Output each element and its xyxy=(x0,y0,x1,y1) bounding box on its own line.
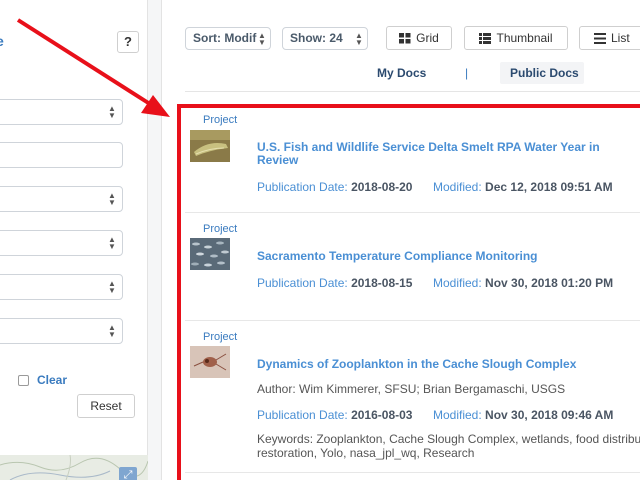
tabs-divider xyxy=(185,91,640,92)
reset-button[interactable]: Reset xyxy=(77,394,135,418)
grid-view-label: Grid xyxy=(416,31,439,45)
help-button[interactable]: ? xyxy=(117,31,139,53)
select-arrows-icon: ▲ ▼ xyxy=(108,279,116,295)
select-arrows-icon: ▲ ▼ xyxy=(108,104,116,120)
filter-text-input[interactable] xyxy=(0,142,123,168)
filter-select-2[interactable]: ▲ ▼ xyxy=(0,186,123,212)
expand-icon[interactable]: ⤢ xyxy=(119,467,137,480)
clear-checkbox[interactable] xyxy=(18,374,29,386)
filter-select-4[interactable]: ▲ ▼ xyxy=(0,274,123,300)
tab-public-docs[interactable]: Public Docs xyxy=(510,66,579,80)
list-view-button[interactable]: List xyxy=(579,26,640,50)
filter-panel: e ? ▲▼ ▲▼ ▲▼ ▲▼ ▲▼ Clear Reset ⤢ xyxy=(0,0,148,480)
list-icon xyxy=(594,32,606,44)
filter-select-1[interactable]: ▲ ▼ xyxy=(0,99,123,125)
panel-divider xyxy=(148,0,162,480)
highlight-box xyxy=(177,104,640,480)
list-view-label: List xyxy=(611,31,630,45)
select-arrows-icon: ▲ ▼ xyxy=(108,235,116,251)
sort-select-value: Sort: Modif xyxy=(193,31,257,45)
thumbnail-list-icon xyxy=(479,32,492,44)
select-arrows-icon: ▲ ▼ xyxy=(108,323,116,339)
select-arrows-icon: ▲ ▼ xyxy=(258,31,266,47)
sort-select[interactable]: Sort: Modif ▲ ▼ xyxy=(185,27,271,50)
clear-link[interactable]: Clear xyxy=(37,373,67,387)
tab-separator: | xyxy=(465,66,469,80)
thumbnail-view-button[interactable]: Thumbnail xyxy=(464,26,568,50)
select-arrows-icon: ▲ ▼ xyxy=(108,191,116,207)
show-select[interactable]: Show: 24 ▲ ▼ xyxy=(282,27,368,50)
thumbnail-view-label: Thumbnail xyxy=(496,31,553,45)
panel-edge-glyph: e xyxy=(0,33,4,49)
grid-view-button[interactable]: Grid xyxy=(386,26,452,50)
clear-control: Clear xyxy=(18,373,67,387)
tab-my-docs[interactable]: My Docs xyxy=(377,66,426,80)
filter-select-3[interactable]: ▲ ▼ xyxy=(0,230,123,256)
select-arrows-icon: ▲ ▼ xyxy=(355,31,363,47)
filter-select-5[interactable]: ▲ ▼ xyxy=(0,318,123,344)
grid-icon xyxy=(399,32,411,43)
show-select-value: Show: 24 xyxy=(290,31,343,45)
